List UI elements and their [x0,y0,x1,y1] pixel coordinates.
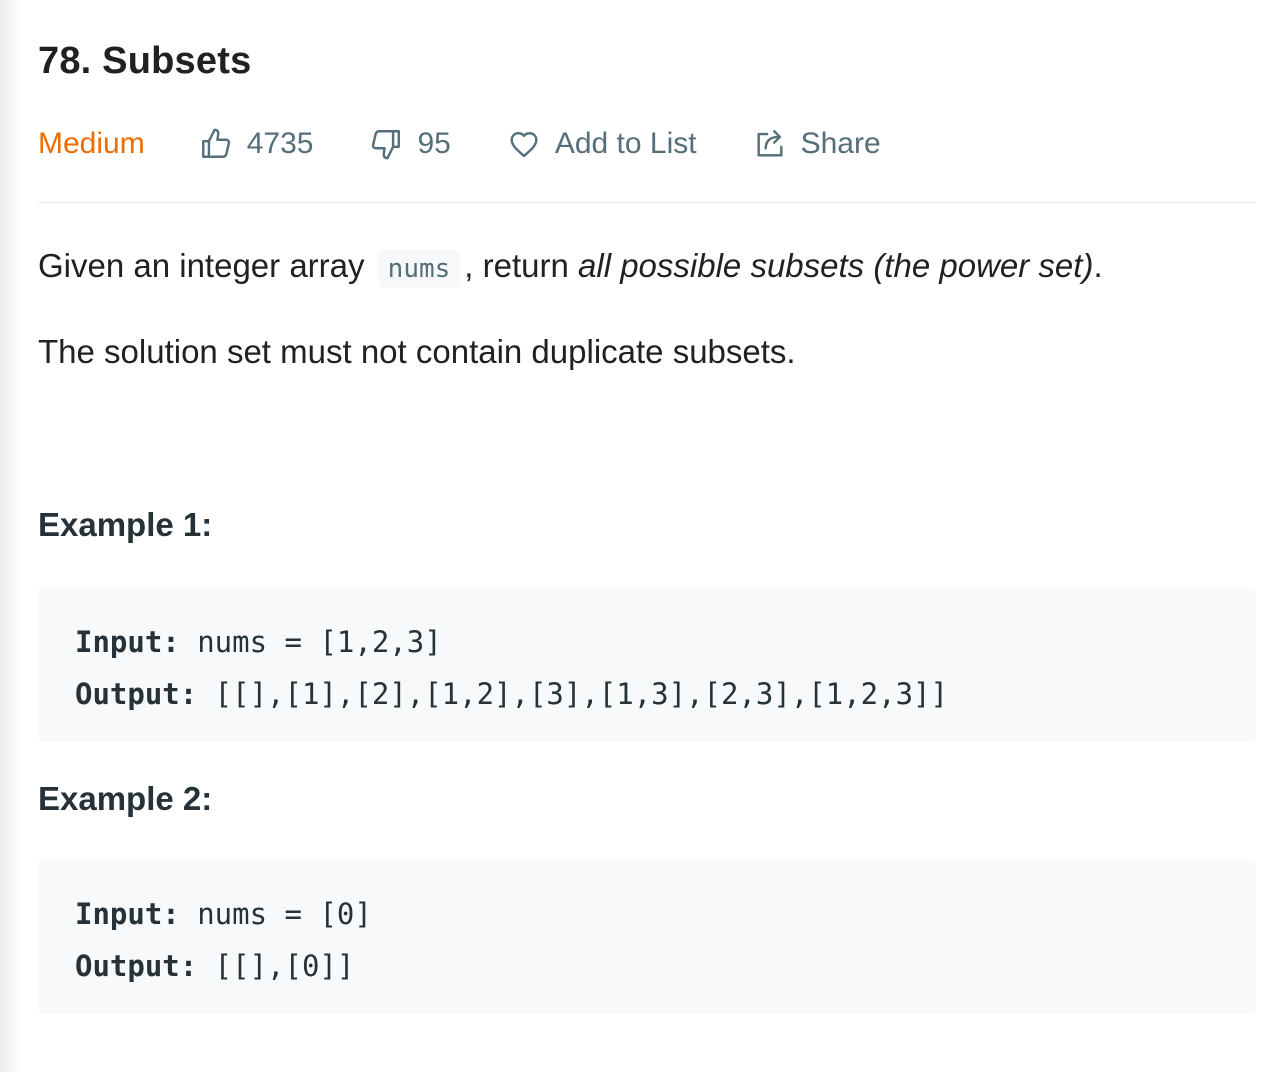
description-text: Given an integer array [38,247,374,284]
example-1-title: Example 1: [38,506,213,543]
input-value: nums = [0] [179,897,372,931]
add-to-list-label: Add to List [554,127,697,160]
problem-meta-bar: Medium 4735 95 Add to List Share [38,122,937,166]
output-value: [[],[1],[2],[1,2],[3],[1,3],[2,3],[1,2,3… [197,677,948,711]
like-count: 4735 [246,127,314,160]
share-label: Share [800,127,881,160]
description-text: , return [464,247,579,284]
description-paragraph-2: The solution set must not contain duplic… [38,333,796,370]
description-text: . [1093,247,1103,284]
input-value: nums = [1,2,3] [179,625,442,659]
example-2-code-block: Input: nums = [0] Output: [[],[0]] [38,860,1256,1014]
input-label: Input: [75,625,180,659]
share-icon [757,130,783,157]
thumbs-up-icon [201,128,230,158]
description-emphasis: all possible subsets (the power set) [578,247,1094,284]
output-value: [[],[0]] [197,949,355,983]
like-button[interactable]: 4735 [199,127,314,161]
add-to-list-button[interactable]: Add to List [507,127,697,161]
meta-divider [38,202,1256,203]
example-2-title: Example 2: [38,780,213,817]
output-label: Output: [75,949,198,983]
dislike-count: 95 [417,127,451,160]
heart-icon [510,132,538,158]
thumbs-down-icon [372,130,401,160]
output-label: Output: [75,677,198,711]
example-2-output: Output: [[],[0]] [75,940,1219,992]
difficulty-badge: Medium [38,127,145,160]
example-1-code-block: Input: nums = [1,2,3] Output: [[],[1],[2… [38,588,1256,742]
input-label: Input: [75,897,180,931]
inline-code-nums: nums [377,250,461,288]
problem-title: 78. Subsets [38,40,252,82]
example-2-input: Input: nums = [0] [75,888,1219,940]
left-panel-edge [0,0,22,1072]
description-paragraph-1: Given an integer array nums, return all … [38,242,1103,293]
example-1-output: Output: [[],[1],[2],[1,2],[3],[1,3],[2,3… [75,668,1219,720]
dislike-button[interactable]: 95 [369,127,451,161]
share-button[interactable]: Share [753,127,881,161]
example-1-input: Input: nums = [1,2,3] [75,616,1219,668]
